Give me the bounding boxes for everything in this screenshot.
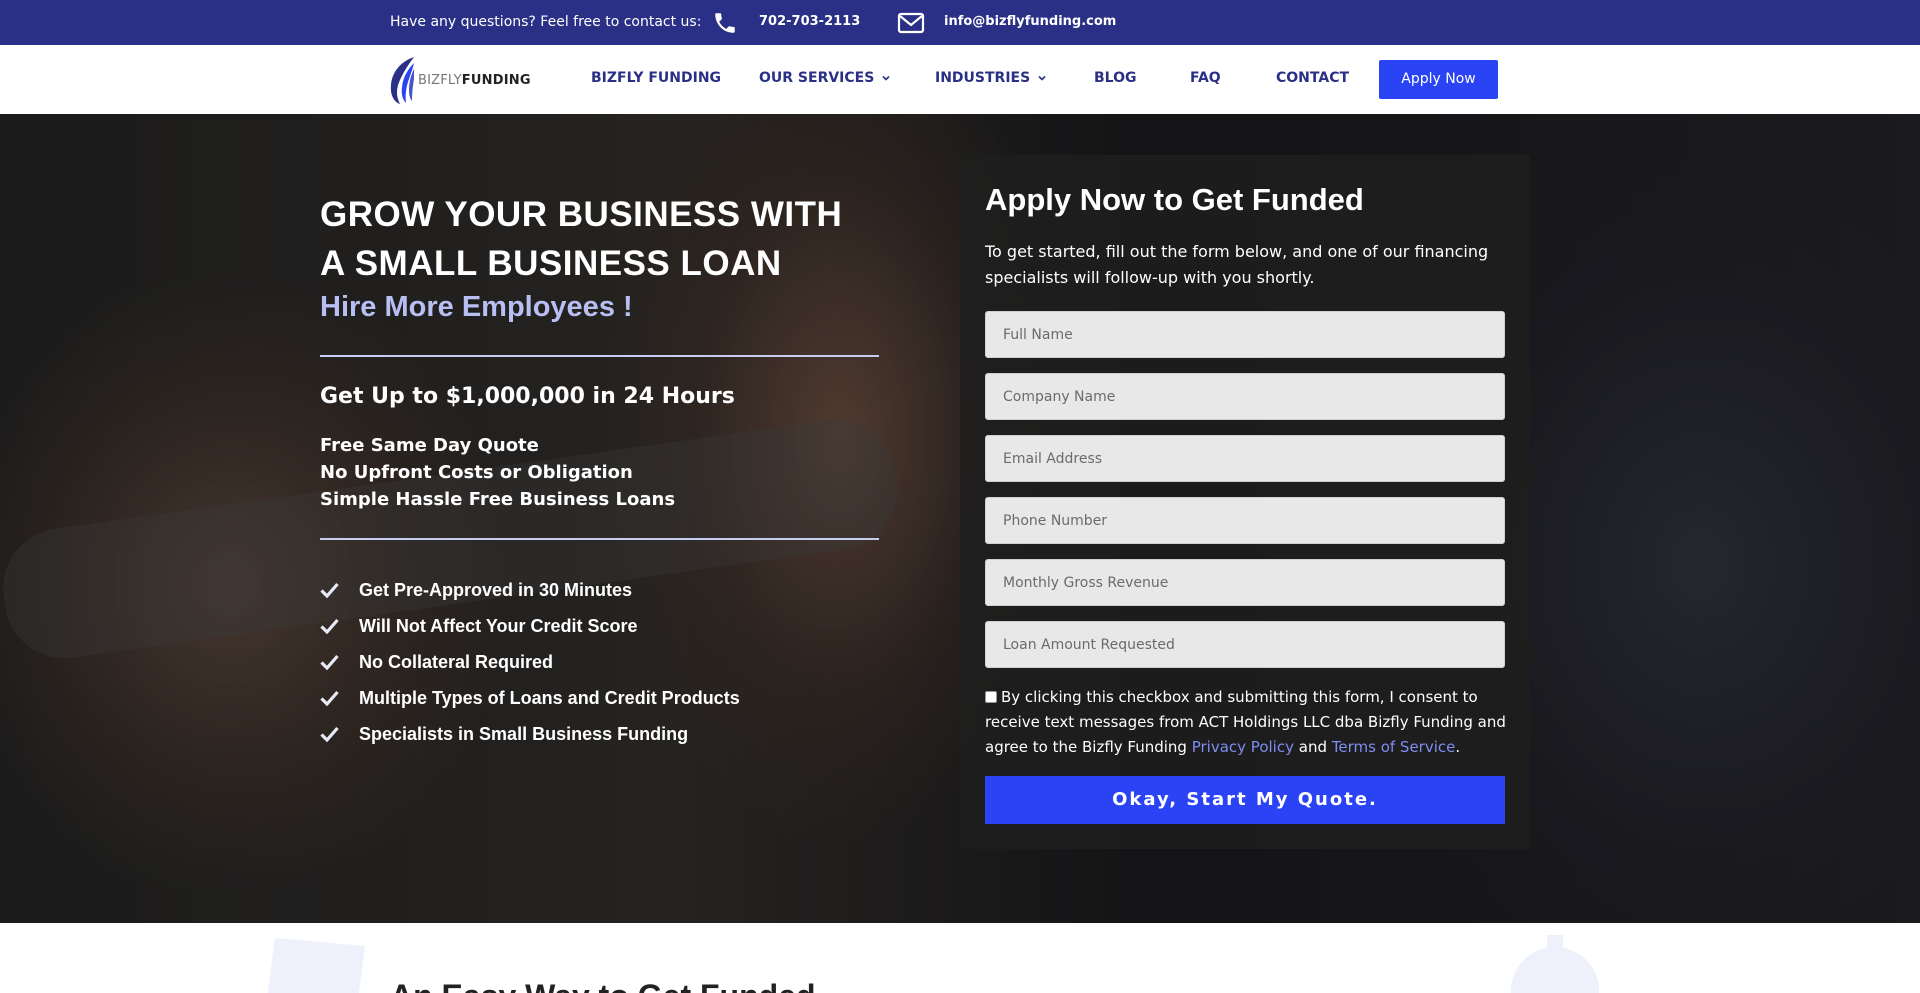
logo-word-light: BIZFLY <box>418 73 462 88</box>
nav-item-contact[interactable]: CONTACT <box>1276 70 1349 86</box>
document-decoration-icon <box>267 938 365 993</box>
section-heading: An Easy Way to Get Funded <box>390 978 816 993</box>
hero-headline: GROW YOUR BUSINESS WITH A SMALL BUSINESS… <box>320 190 842 288</box>
nav-item-blog[interactable]: BLOG <box>1094 70 1137 86</box>
check-icon <box>320 654 339 670</box>
benefit-label: No Collateral Required <box>359 652 554 672</box>
phone-link[interactable]: 702-703-2113 <box>759 14 860 29</box>
check-icon <box>320 690 339 706</box>
email-link[interactable]: info@bizflyfunding.com <box>944 14 1116 29</box>
benefit-item: Get Pre-Approved in 30 Minutes <box>320 576 740 612</box>
benefit-label: Will Not Affect Your Credit Score <box>359 616 638 636</box>
stopwatch-decoration-icon <box>1511 935 1599 993</box>
privacy-policy-link[interactable]: Privacy Policy <box>1192 738 1294 756</box>
nav-item-faq[interactable]: FAQ <box>1190 70 1221 86</box>
form-intro: To get started, fill out the form below,… <box>985 242 1489 287</box>
nav-item-industries[interactable]: INDUSTRIES <box>935 70 1046 86</box>
top-contact-bar: Have any questions? Feel free to contact… <box>0 0 1920 45</box>
consent-block: By clicking this checkbox and submitting… <box>985 685 1510 760</box>
loan-amount-field[interactable] <box>985 621 1505 668</box>
email-field[interactable] <box>985 435 1505 482</box>
check-icon <box>320 582 339 598</box>
consent-and: and <box>1298 738 1327 756</box>
apply-now-button[interactable]: Apply Now <box>1379 60 1498 99</box>
benefits-list: Get Pre-Approved in 30 Minutes Will Not … <box>320 576 740 756</box>
consent-period: . <box>1455 738 1461 756</box>
check-icon <box>320 618 339 634</box>
nav-item-label: OUR SERVICES <box>759 70 875 86</box>
application-form-panel: Apply Now to Get Funded To get started, … <box>960 155 1530 849</box>
perk-item: Free Same Day Quote <box>320 435 539 456</box>
nav-item-our-services[interactable]: OUR SERVICES <box>759 70 890 86</box>
consent-checkbox[interactable] <box>985 691 997 703</box>
perks-list: Free Same Day Quote No Upfront Costs or … <box>320 432 675 513</box>
benefit-item: Will Not Affect Your Credit Score <box>320 612 740 648</box>
hero-headline-line2: A SMALL BUSINESS LOAN <box>320 244 782 283</box>
benefit-label: Specialists in Small Business Funding <box>359 724 689 744</box>
perk-item: No Upfront Costs or Obligation <box>320 462 633 483</box>
how-it-works-section: An Easy Way to Get Funded <box>0 923 1920 993</box>
phone-field[interactable] <box>985 497 1505 544</box>
terms-of-service-link[interactable]: Terms of Service <box>1332 738 1456 756</box>
nav-item-bizfly-funding[interactable]: BIZFLY FUNDING <box>591 70 721 86</box>
site-logo[interactable]: BIZFLYFUNDING <box>388 55 531 105</box>
logo-wordmark: BIZFLYFUNDING <box>418 73 531 88</box>
benefit-item: No Collateral Required <box>320 648 740 684</box>
phone-icon <box>715 13 735 33</box>
mail-icon <box>897 12 925 34</box>
start-quote-button[interactable]: Okay, Start My Quote. <box>985 776 1505 824</box>
divider <box>320 355 879 357</box>
check-icon <box>320 726 339 742</box>
nav-item-label: INDUSTRIES <box>935 70 1031 86</box>
benefit-item: Multiple Types of Loans and Credit Produ… <box>320 684 740 720</box>
main-nav: BIZFLYFUNDING BIZFLY FUNDING OUR SERVICE… <box>0 45 1920 114</box>
monthly-revenue-field[interactable] <box>985 559 1505 606</box>
benefit-label: Get Pre-Approved in 30 Minutes <box>359 580 633 600</box>
logo-word-bold: FUNDING <box>461 73 531 88</box>
chevron-down-icon <box>1038 75 1046 81</box>
funding-amount: Get Up to $1,000,000 in 24 Hours <box>320 384 735 409</box>
form-title: Apply Now to Get Funded <box>985 182 1364 217</box>
chevron-down-icon <box>882 75 890 81</box>
company-name-field[interactable] <box>985 373 1505 420</box>
hero-headline-line1: GROW YOUR BUSINESS WITH <box>320 195 843 234</box>
wing-logo-icon <box>390 57 414 104</box>
benefit-label: Multiple Types of Loans and Credit Produ… <box>359 688 740 708</box>
hero-subhead: Hire More Employees ! <box>320 291 633 323</box>
perk-item: Simple Hassle Free Business Loans <box>320 489 676 510</box>
contact-prompt: Have any questions? Feel free to contact… <box>390 14 702 30</box>
benefit-item: Specialists in Small Business Funding <box>320 720 740 756</box>
divider <box>320 538 879 540</box>
full-name-field[interactable] <box>985 311 1505 358</box>
